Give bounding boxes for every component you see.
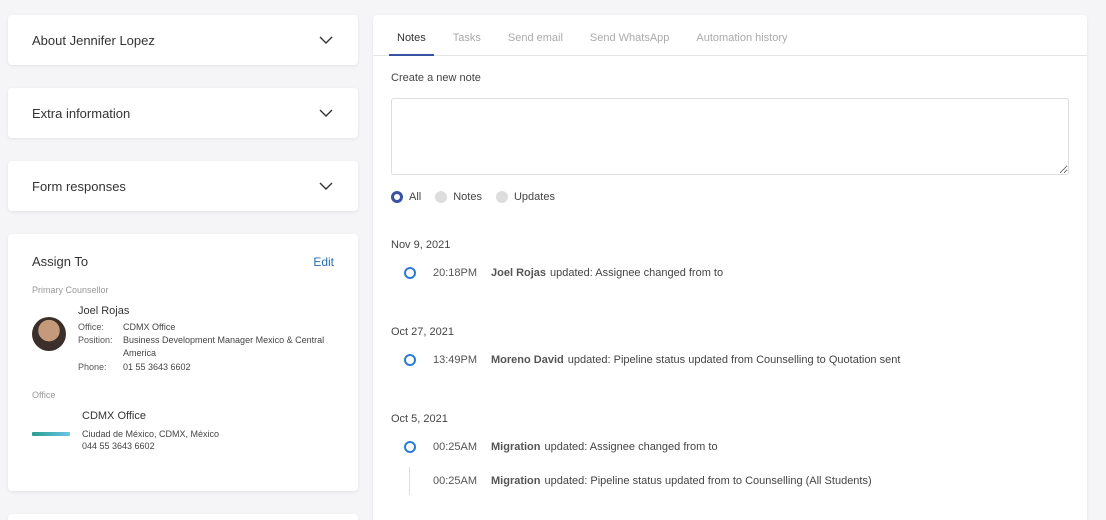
timeline-date: Oct 5, 2021 bbox=[391, 413, 448, 425]
radio-icon[interactable] bbox=[495, 191, 508, 203]
accordion-form-responses[interactable]: Form responses bbox=[8, 161, 358, 211]
chevron-down-icon[interactable] bbox=[318, 32, 334, 48]
tab-automation-history[interactable]: Automation history bbox=[696, 15, 787, 55]
office-value: CDMX Office bbox=[123, 322, 176, 332]
event-text: updated: Assignee changed from to bbox=[544, 441, 718, 453]
avatar bbox=[32, 317, 66, 351]
tab-send-email[interactable]: Send email bbox=[508, 15, 563, 55]
timeline-event: 13:49PM Moreno David updated: Pipeline s… bbox=[404, 354, 900, 366]
accordion-title: Form responses bbox=[32, 178, 126, 194]
phone-value: 01 55 3643 6602 bbox=[123, 362, 191, 372]
counsellor-info: Joel Rojas Office: CDMX Office Position: B… bbox=[32, 305, 334, 374]
filter-all[interactable]: All bbox=[391, 191, 421, 203]
activity-panel: Notes Tasks Send email Send WhatsApp Aut… bbox=[373, 15, 1087, 520]
position-key: Position: bbox=[78, 335, 113, 345]
chevron-down-icon[interactable] bbox=[318, 178, 334, 194]
filter-label: Notes bbox=[453, 191, 482, 203]
tab-tasks[interactable]: Tasks bbox=[453, 15, 481, 55]
filter-updates[interactable]: Updates bbox=[495, 191, 555, 203]
new-note-textarea[interactable] bbox=[391, 98, 1069, 175]
event-actor: Migration bbox=[491, 475, 541, 487]
phone-key: Phone: bbox=[78, 362, 107, 372]
event-text: updated: Assignee changed from to bbox=[550, 267, 724, 279]
office-key: Office: bbox=[78, 322, 104, 332]
radio-checked-icon[interactable] bbox=[391, 191, 403, 203]
event-time: 13:49PM bbox=[433, 354, 478, 366]
sidebar-card-partial bbox=[8, 514, 358, 520]
office-address: Ciudad de México, CDMX, México bbox=[82, 429, 220, 439]
event-text: updated: Pipeline status updated from Co… bbox=[567, 354, 901, 366]
new-note-label: Create a new note bbox=[391, 72, 481, 84]
event-actor: Moreno David bbox=[491, 354, 564, 366]
office-phone: 044 55 3643 6602 bbox=[82, 441, 155, 451]
office-name: CDMX Office bbox=[82, 410, 146, 422]
accordion-about[interactable]: About Jennifer Lopez bbox=[8, 15, 358, 65]
timeline-event: 00:25AM Migration updated: Assignee chan… bbox=[404, 441, 718, 453]
filter-label: Updates bbox=[513, 191, 555, 203]
filter-label: All bbox=[409, 191, 422, 203]
tab-notes[interactable]: Notes bbox=[389, 15, 434, 56]
timeline-date: Nov 9, 2021 bbox=[391, 239, 451, 251]
accordion-title: Extra information bbox=[32, 105, 131, 121]
assign-to-title: Assign To bbox=[32, 254, 89, 269]
filter-notes[interactable]: Notes bbox=[435, 191, 482, 203]
event-time: 00:25AM bbox=[433, 441, 478, 453]
primary-counsellor-label: Primary Counsellor bbox=[32, 285, 109, 295]
counsellor-name: Joel Rojas bbox=[78, 305, 130, 317]
position-value: Business Development Manager Mexico & Ce… bbox=[123, 335, 325, 358]
timeline-filter: All Notes Updates bbox=[391, 191, 569, 203]
tab-send-whatsapp[interactable]: Send WhatsApp bbox=[590, 15, 670, 55]
edit-assignee-link[interactable]: Edit bbox=[313, 255, 334, 269]
event-time: 00:25AM bbox=[433, 475, 478, 487]
chevron-down-icon[interactable] bbox=[318, 105, 334, 121]
timeline-dot-icon bbox=[404, 267, 416, 279]
event-actor: Joel Rojas bbox=[491, 267, 547, 279]
event-time: 20:18PM bbox=[433, 267, 478, 279]
event-actor: Migration bbox=[491, 441, 541, 453]
timeline-event: 20:18PM Joel Rojas updated: Assignee cha… bbox=[404, 267, 723, 279]
assign-to-card: Assign To Edit Primary Counsellor Joel R… bbox=[8, 234, 358, 491]
office-label: Office bbox=[32, 390, 56, 400]
office-info: CDMX Office Ciudad de México, CDMX, Méxi… bbox=[32, 410, 334, 452]
timeline-spacer bbox=[404, 475, 416, 487]
timeline-dot-icon bbox=[404, 354, 416, 366]
office-logo bbox=[32, 432, 70, 436]
timeline-date: Oct 27, 2021 bbox=[391, 326, 454, 338]
timeline-dot-icon bbox=[404, 441, 416, 453]
accordion-title: About Jennifer Lopez bbox=[32, 32, 155, 48]
tab-bar: Notes Tasks Send email Send WhatsApp Aut… bbox=[373, 15, 1087, 56]
accordion-extra-information[interactable]: Extra information bbox=[8, 88, 358, 138]
event-text: updated: Pipeline status updated from to… bbox=[544, 475, 872, 487]
radio-icon[interactable] bbox=[435, 191, 448, 203]
timeline-event: 00:25AM Migration updated: Pipeline stat… bbox=[404, 475, 872, 487]
